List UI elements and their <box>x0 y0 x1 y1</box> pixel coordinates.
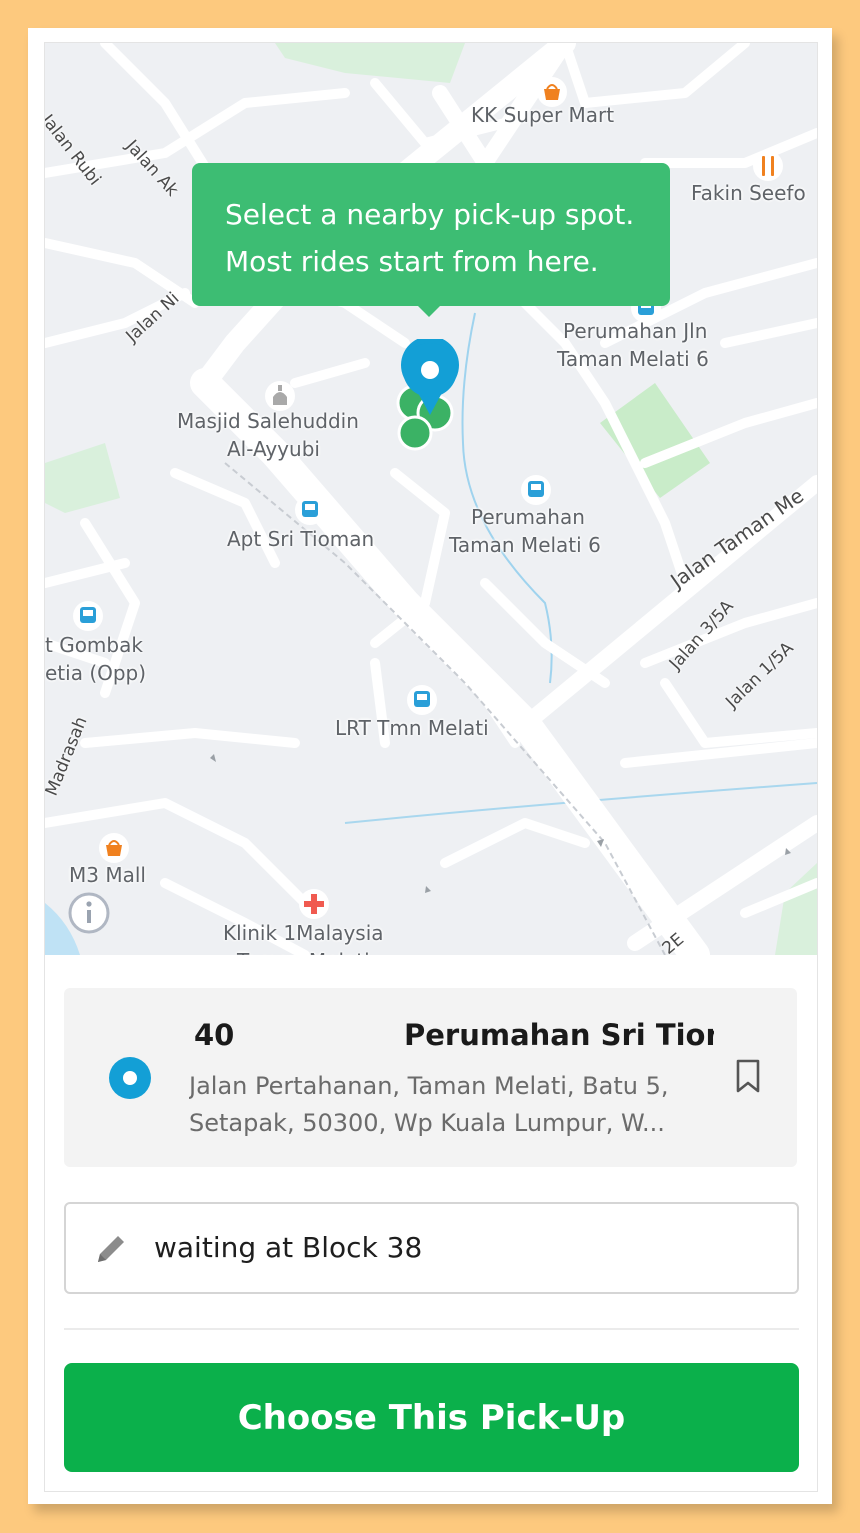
pencil-icon <box>98 1236 124 1262</box>
divider <box>64 1328 799 1330</box>
pickup-name: Perumahan Sri Tion <box>404 1018 714 1052</box>
bookmark-icon[interactable] <box>734 1058 762 1096</box>
poi-label: Perumahan <box>471 505 585 529</box>
tooltip-line: Select a nearby pick-up spot. <box>225 198 635 231</box>
poi-label: Taman Melati 6 <box>449 533 601 557</box>
poi-label: t Gombak <box>45 633 143 657</box>
poi-label: Masjid Salehuddin <box>177 409 359 433</box>
pickup-title: 40 Perumahan Sri Tion <box>194 1018 714 1058</box>
pickup-address: Jalan Pertahanan, Taman Melati, Batu 5, … <box>189 1068 709 1142</box>
poi-label: Taman Melati <box>237 947 370 955</box>
clinic-cross-icon[interactable] <box>297 887 331 921</box>
bus-stop-icon[interactable] <box>519 473 553 507</box>
pickup-hint-tooltip: Select a nearby pick-up spot. Most rides… <box>192 163 670 317</box>
bus-stop-icon[interactable] <box>405 683 439 717</box>
poi-label: Fakin Seefo <box>691 181 806 205</box>
driver-note-input[interactable] <box>154 1224 754 1270</box>
info-icon[interactable] <box>67 891 111 935</box>
poi-label: Klinik 1Malaysia <box>223 921 384 945</box>
location-pin-icon[interactable] <box>399 339 461 419</box>
tooltip-line: Most rides start from here. <box>225 245 599 278</box>
poi-label: M3 Mall <box>69 863 146 887</box>
restaurant-icon[interactable] <box>751 149 785 183</box>
location-dot-icon <box>109 1057 151 1099</box>
shop-icon[interactable] <box>97 831 131 865</box>
poi-label: Apt Sri Tioman <box>227 527 375 551</box>
app-screen: KK Super Mart Fakin Seefo Perumahan Jln … <box>44 42 818 1492</box>
pickup-number: 40 <box>194 1018 235 1052</box>
map-view[interactable]: KK Super Mart Fakin Seefo Perumahan Jln … <box>45 43 817 955</box>
address-line: Setapak, 50300, Wp Kuala Lumpur, W... <box>189 1109 665 1137</box>
driver-note-field[interactable] <box>64 1202 799 1294</box>
poi-label: etia (Opp) <box>45 661 147 685</box>
poi-label: Taman Melati 6 <box>557 347 709 371</box>
poi-label: KK Super Mart <box>471 103 615 127</box>
poi-label: LRT Tmn Melati <box>335 716 489 740</box>
pickup-address-card[interactable]: 40 Perumahan Sri Tion Jalan Pertahanan, T… <box>64 988 797 1167</box>
choose-pickup-button[interactable]: Choose This Pick-Up <box>64 1363 799 1472</box>
poi-label: Perumahan Jln <box>563 319 708 343</box>
bus-stop-icon[interactable] <box>71 599 105 633</box>
poi-label: Al-Ayyubi <box>227 437 320 461</box>
bus-stop-icon[interactable] <box>293 493 327 527</box>
address-line: Jalan Pertahanan, Taman Melati, Batu 5, <box>189 1072 669 1100</box>
